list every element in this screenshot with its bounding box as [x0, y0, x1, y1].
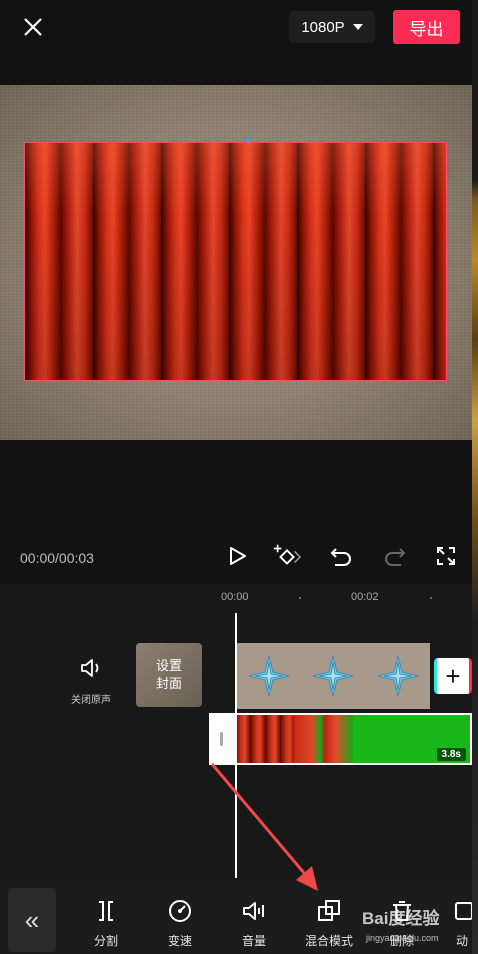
- ruler-label: 00:00: [221, 591, 249, 603]
- speaker-icon: [81, 659, 99, 677]
- collapse-toolbar-button[interactable]: «: [8, 888, 56, 952]
- snowflake-thumbnail-icon: [249, 655, 290, 697]
- video-preview[interactable]: [0, 85, 472, 440]
- blend-mode-icon: [318, 900, 340, 921]
- resolution-dropdown[interactable]: 1080P: [289, 11, 375, 43]
- mute-original-label: 关闭原声: [71, 695, 111, 706]
- tool-animation[interactable]: 动: [452, 898, 472, 949]
- overlay-video-track[interactable]: 3.8s: [209, 713, 472, 765]
- fullscreen-button[interactable]: [431, 541, 461, 571]
- snowflake-thumbnail-icon: [377, 655, 418, 697]
- export-button[interactable]: 导出: [393, 10, 460, 44]
- add-keyframe-icon: [273, 544, 302, 565]
- ruler-label: 00:02: [351, 591, 379, 603]
- close-button[interactable]: [18, 12, 48, 42]
- baidu-watermark: Bai度经验: [362, 909, 440, 928]
- playhead[interactable]: [235, 613, 237, 878]
- volume-icon: [243, 902, 264, 920]
- clip-duration: 3.8s: [436, 748, 466, 761]
- background-edge: [472, 0, 478, 954]
- set-cover-button[interactable]: 设置 封面: [136, 643, 202, 707]
- set-cover-label-line1: 设置: [155, 658, 182, 673]
- overlay-clip-curtain[interactable]: [24, 142, 447, 381]
- undo-button[interactable]: [326, 541, 356, 571]
- tool-label: 音量: [241, 934, 266, 948]
- tool-label: 混合模式: [304, 934, 353, 948]
- animation-icon: [455, 902, 472, 920]
- tool-label: 动: [455, 934, 468, 948]
- clip-frames: [235, 715, 470, 763]
- mute-original-button[interactable]: 关闭原声: [64, 656, 118, 706]
- speed-icon: [169, 900, 191, 922]
- tool-label: 变速: [167, 934, 192, 948]
- redo-icon: [385, 548, 406, 566]
- baidu-watermark-url: jingyan.baidu.com: [366, 933, 439, 943]
- trim-handle[interactable]: [209, 715, 235, 763]
- add-clip-button[interactable]: +: [434, 658, 472, 694]
- undo-icon: [330, 548, 351, 566]
- tool-blend-mode[interactable]: 混合模式: [297, 898, 361, 949]
- resolution-value: 1080P: [301, 18, 345, 36]
- ruler-tick: [299, 597, 301, 599]
- ruler-tick: [430, 597, 432, 599]
- redo-button[interactable]: [380, 541, 410, 571]
- fullscreen-icon: [437, 547, 455, 565]
- play-icon: [230, 547, 246, 565]
- tool-speed[interactable]: 变速: [150, 898, 210, 949]
- tool-volume[interactable]: 音量: [224, 898, 284, 949]
- video-editor: 1080P 导出 00:00/00:03 00:00 00:02 关闭原声 设置…: [0, 0, 472, 954]
- sticker-clip-track[interactable]: [237, 643, 430, 709]
- play-button[interactable]: [222, 541, 252, 571]
- tool-split[interactable]: 分割: [76, 898, 136, 949]
- split-icon: [99, 901, 113, 921]
- tool-label: 分割: [93, 934, 118, 948]
- snowflake-thumbnail-icon: [313, 655, 354, 697]
- caret-down-icon: [352, 24, 363, 30]
- set-cover-label-line2: 封面: [155, 676, 182, 691]
- timecode: 00:00/00:03: [20, 550, 94, 566]
- keyframe-button[interactable]: [272, 541, 302, 571]
- close-icon: [24, 18, 42, 36]
